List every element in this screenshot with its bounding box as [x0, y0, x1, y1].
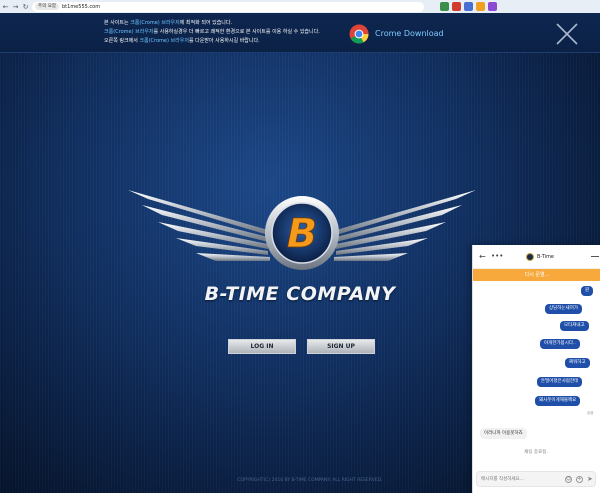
ext-icon-4[interactable]	[476, 2, 485, 11]
browser-toolbar: ← → ↻ 주의 요함 bt1me555.com	[0, 0, 600, 13]
close-icon[interactable]	[554, 21, 580, 47]
attach-icon[interactable]: +	[576, 476, 583, 483]
emoji-icon[interactable]: ☺	[565, 476, 572, 483]
ext-icon-5[interactable]	[488, 2, 497, 11]
address-bar[interactable]: 주의 요함 bt1me555.com	[32, 1, 424, 12]
chat-avatar	[526, 253, 534, 261]
chrome-notice-banner: 본 사이트는 크롬(Crome) 브라우저에 최적화 되어 있습니다. 크롬(C…	[0, 13, 600, 53]
chat-message-input[interactable]	[481, 475, 561, 484]
back-button[interactable]: ←	[1, 3, 10, 11]
chat-message-incoming: 이러니까 이용못하죠	[480, 428, 527, 439]
chat-message-outgoing: 야개한가봅시다..	[540, 339, 580, 349]
ext-icon-2[interactable]	[452, 2, 461, 11]
banner-text: 본 사이트는 크롬(Crome) 브라우저에 최적화 되어 있습니다. 크롬(C…	[104, 19, 320, 46]
signup-button[interactable]: SIGN UP	[307, 339, 375, 354]
chat-message-outgoing: 돼사웃이게해볼께요	[535, 396, 581, 406]
winged-logo-emblem: B	[128, 190, 476, 270]
chat-back-icon[interactable]: ←	[479, 252, 486, 261]
chat-title: B-Time	[537, 254, 555, 260]
login-button[interactable]: LOG IN	[228, 339, 296, 354]
chrome-logo-icon[interactable]	[349, 24, 369, 44]
right-wing-icon	[334, 190, 476, 261]
banner-line-3: 오른쪽 링크에서 크롬(Crome) 브라우저를 다운받아 사용하시길 바랍니다…	[104, 38, 260, 44]
chat-message-outgoing: 모타쳐내고	[560, 321, 589, 331]
forward-button[interactable]: →	[11, 3, 20, 11]
send-icon[interactable]: ➤	[587, 475, 593, 483]
chat-message-outgoing: 뭔	[581, 286, 594, 296]
extension-icons	[440, 2, 497, 11]
brand-name: B-TIME COMPANY	[204, 283, 396, 305]
chat-header: ← ••• B-Time	[473, 245, 600, 269]
security-warning-chip[interactable]: 주의 요함	[35, 3, 59, 10]
chat-message-outgoing: 돈떨어졌은사람한테	[537, 377, 583, 387]
chat-message-outgoing: 쩌워하고	[565, 358, 590, 368]
read-receipt: 읽음	[587, 411, 594, 415]
chat-message-outgoing: 상담하는새끼가	[545, 304, 582, 314]
left-wing-icon	[128, 190, 270, 261]
ext-icon-3[interactable]	[464, 2, 473, 11]
reopen-chat-bar[interactable]: 다시 문열...	[473, 269, 600, 281]
reload-button[interactable]: ↻	[21, 3, 30, 11]
chrome-download-link[interactable]: Crome Download	[375, 29, 444, 38]
copyright-text: COPYRIGHT(C) 2016 BY B-TIME COMPANY. ALL…	[237, 478, 383, 483]
ext-icon-1[interactable]	[440, 2, 449, 11]
chat-ended-notice: 채팅 종료됨.	[524, 450, 548, 455]
emblem-letter: B	[287, 211, 318, 257]
chat-input-box: ☺ + ➤	[476, 471, 596, 487]
chat-widget: ← ••• B-Time 다시 문열...	[472, 245, 600, 493]
url-text[interactable]: bt1me555.com	[62, 4, 100, 10]
banner-line-1: 본 사이트는 크롬(Crome) 브라우저에 최적화 되어 있습니다.	[104, 20, 233, 26]
chat-more-icon[interactable]: •••	[491, 252, 503, 260]
banner-line-2: 크롬(Crome) 브라우저를 사용하실경우 더 빠르고 쾌적한 환경으로 본 …	[104, 29, 320, 35]
chat-minimize-icon[interactable]	[591, 256, 599, 257]
